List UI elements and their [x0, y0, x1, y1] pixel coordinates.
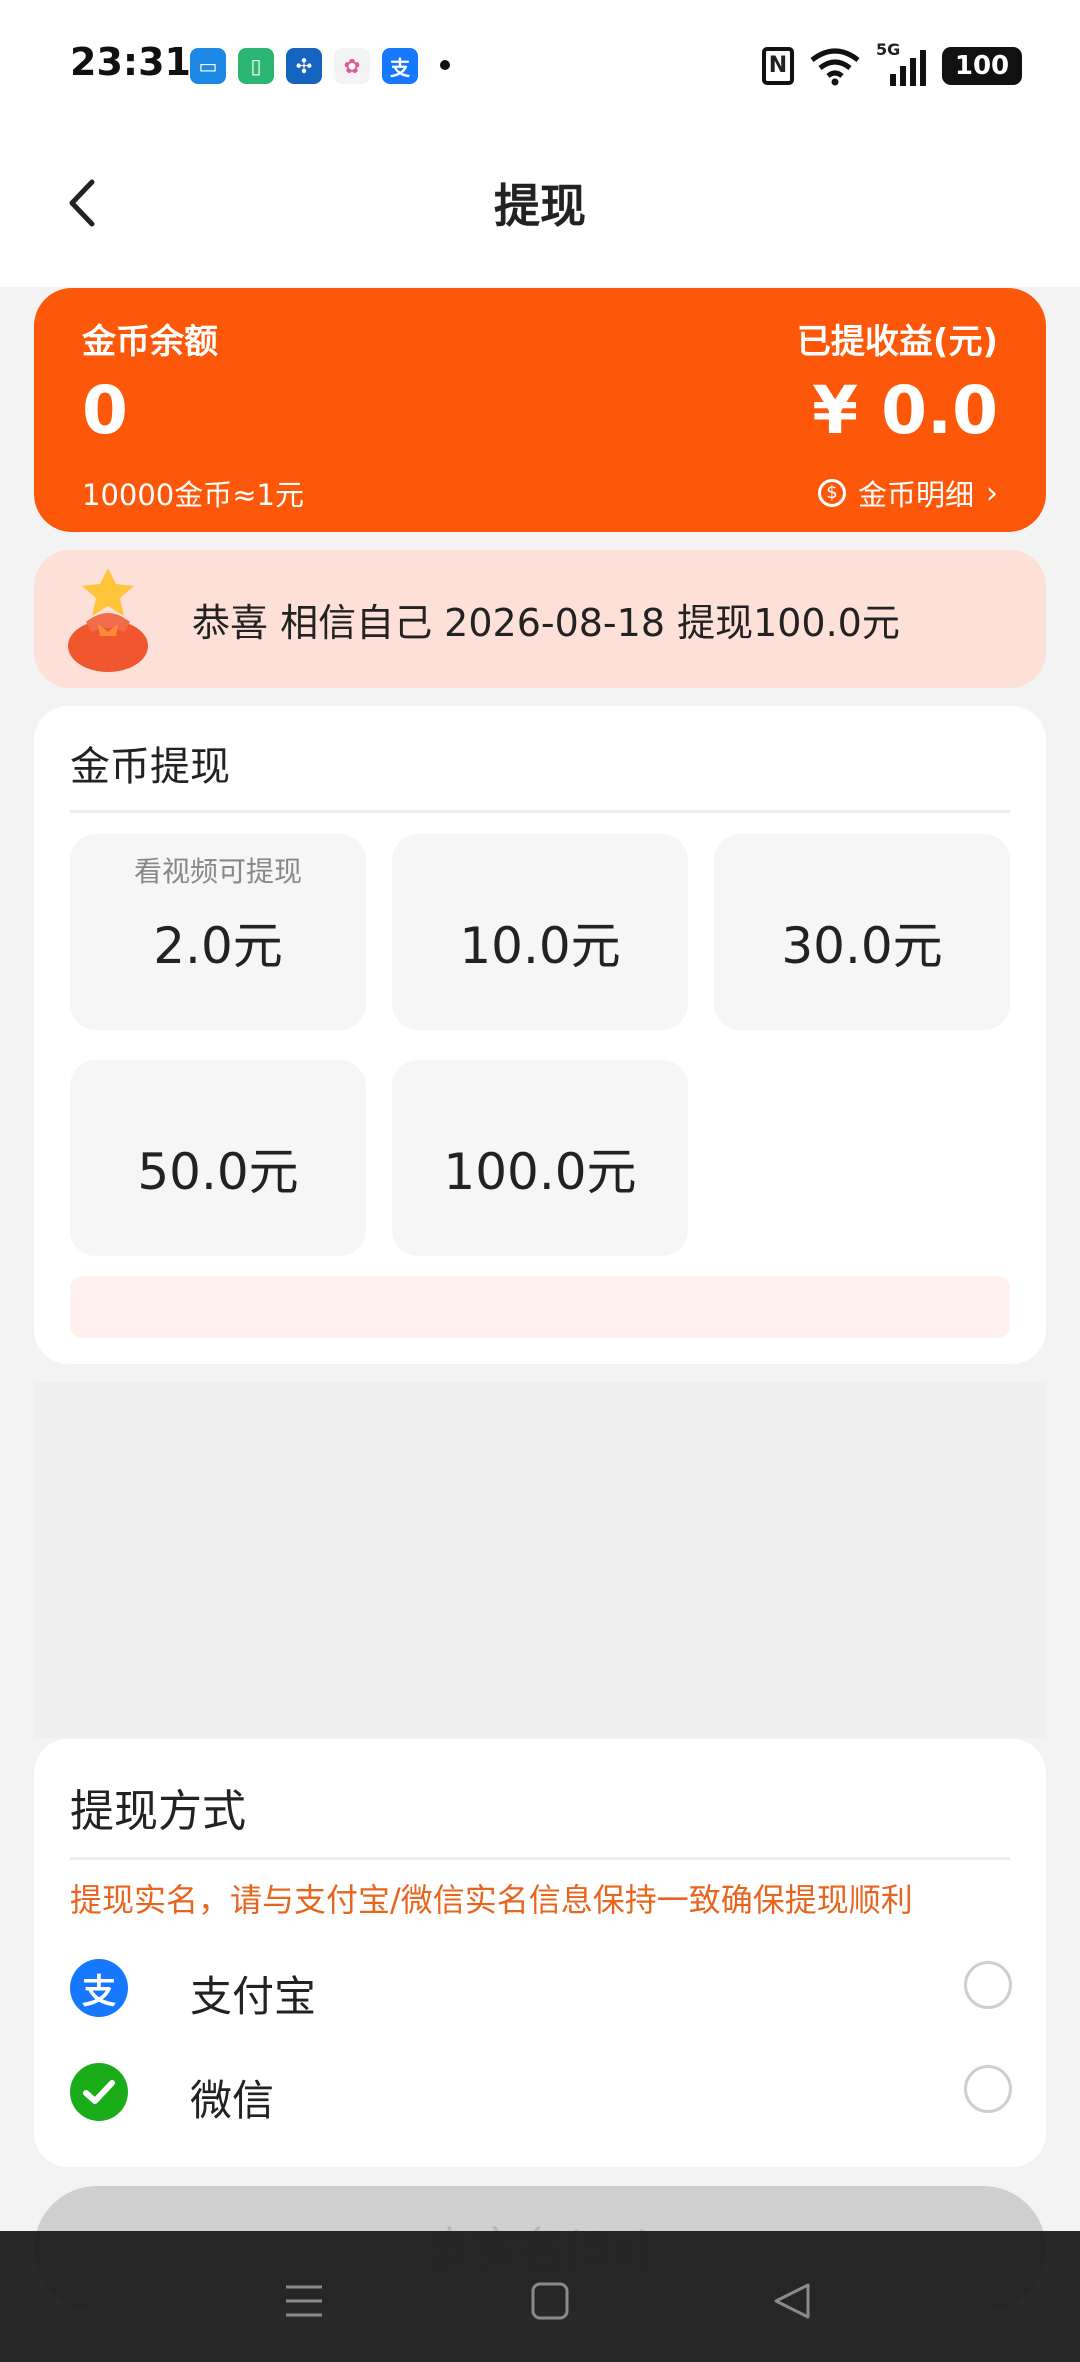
option-label: 10.0元 [459, 917, 621, 975]
wechat-icon [70, 2063, 128, 2121]
more-notifications-dot [440, 60, 450, 70]
option-label: 100.0元 [443, 1143, 637, 1201]
option-label: 2.0元 [153, 917, 283, 975]
coin-detail-link[interactable]: $ 金币明细 › [817, 472, 998, 514]
battery-app-icon: ▯ [238, 48, 274, 84]
coin-detail-label: 金币明细 [857, 478, 974, 512]
coin-withdraw-title: 金币提现 [70, 744, 230, 790]
alipay-status-icon: 支 [382, 48, 418, 84]
home-icon[interactable] [530, 2281, 570, 2321]
lucky-bag-icon [68, 568, 148, 672]
coin-balance-card: 金币余额 0 10000金币≈1元 已提收益(元) ¥ 0.0 $ 金币明细 › [34, 288, 1046, 532]
alipay-radio[interactable] [964, 1961, 1012, 2009]
alipay-icon: 支 [70, 1959, 128, 2017]
method-label: 微信 [190, 2076, 275, 2125]
back-nav-icon[interactable] [772, 2281, 812, 2321]
withdraw-notice-banner: 恭喜 相信自己 2026-08-18 提现100.0元 [34, 550, 1046, 688]
pinwheel-app-icon: ✣ [286, 48, 322, 84]
method-label: 支付宝 [190, 1972, 317, 2021]
coin-withdraw-section: 金币提现 看视频可提现 2.0元 10.0元 30.0元 50.0元 100.0… [34, 706, 1046, 1364]
real-name-tip: 提现实名，请与支付宝/微信实名信息保持一致确保提现顺利 [70, 1881, 913, 1919]
withdraw-option-2[interactable]: 看视频可提现 2.0元 [70, 834, 366, 1030]
withdraw-option-100[interactable]: 100.0元 [392, 1060, 688, 1256]
option-label: 30.0元 [781, 917, 943, 975]
withdraw-method-section: 提现方式 提现实名，请与支付宝/微信实名信息保持一致确保提现顺利 支 支付宝 微… [34, 1739, 1046, 2167]
content-placeholder [34, 1382, 1046, 1738]
withdraw-hint-strip [70, 1276, 1010, 1338]
option-label: 50.0元 [137, 1143, 299, 1201]
withdraw-option-10[interactable]: 10.0元 [392, 834, 688, 1030]
chevron-right-icon: › [986, 475, 998, 511]
network-type-label: 5G [876, 40, 901, 59]
option-tip: 看视频可提现 [133, 855, 302, 888]
earned-label: 已提收益(元) [796, 322, 998, 362]
coin-exchange-rate: 10000金币≈1元 [82, 478, 305, 512]
section-divider [70, 1857, 1010, 1860]
signal-icon: 5G [876, 40, 928, 86]
page-title: 提现 [494, 179, 586, 233]
notice-text: 恭喜 相信自己 2026-08-18 提现100.0元 [192, 601, 900, 645]
status-icons: N 5G 100 [762, 40, 1022, 88]
wechat-radio[interactable] [964, 2065, 1012, 2113]
coin-balance-label: 金币余额 [82, 322, 218, 362]
coin-balance-value: 0 [82, 372, 128, 449]
status-time: 23:31 [70, 40, 191, 84]
method-option-wechat[interactable]: 微信 [70, 2063, 1012, 2125]
system-nav-bar [0, 2231, 1080, 2362]
coin-icon: $ [817, 479, 846, 507]
withdraw-option-50[interactable]: 50.0元 [70, 1060, 366, 1256]
withdraw-option-30[interactable]: 30.0元 [714, 834, 1010, 1030]
message-app-icon: ▭ [190, 48, 226, 84]
method-option-alipay[interactable]: 支 支付宝 [70, 1959, 1012, 2021]
wifi-icon [810, 48, 860, 86]
menu-icon[interactable] [284, 2281, 324, 2321]
section-divider [70, 810, 1010, 813]
method-title: 提现方式 [70, 1786, 246, 1837]
earned-value: ¥ 0.0 [812, 372, 998, 449]
battery-icon: 100 [942, 47, 1022, 85]
photos-app-icon: ✿ [334, 48, 370, 84]
nfc-icon: N [762, 47, 794, 85]
